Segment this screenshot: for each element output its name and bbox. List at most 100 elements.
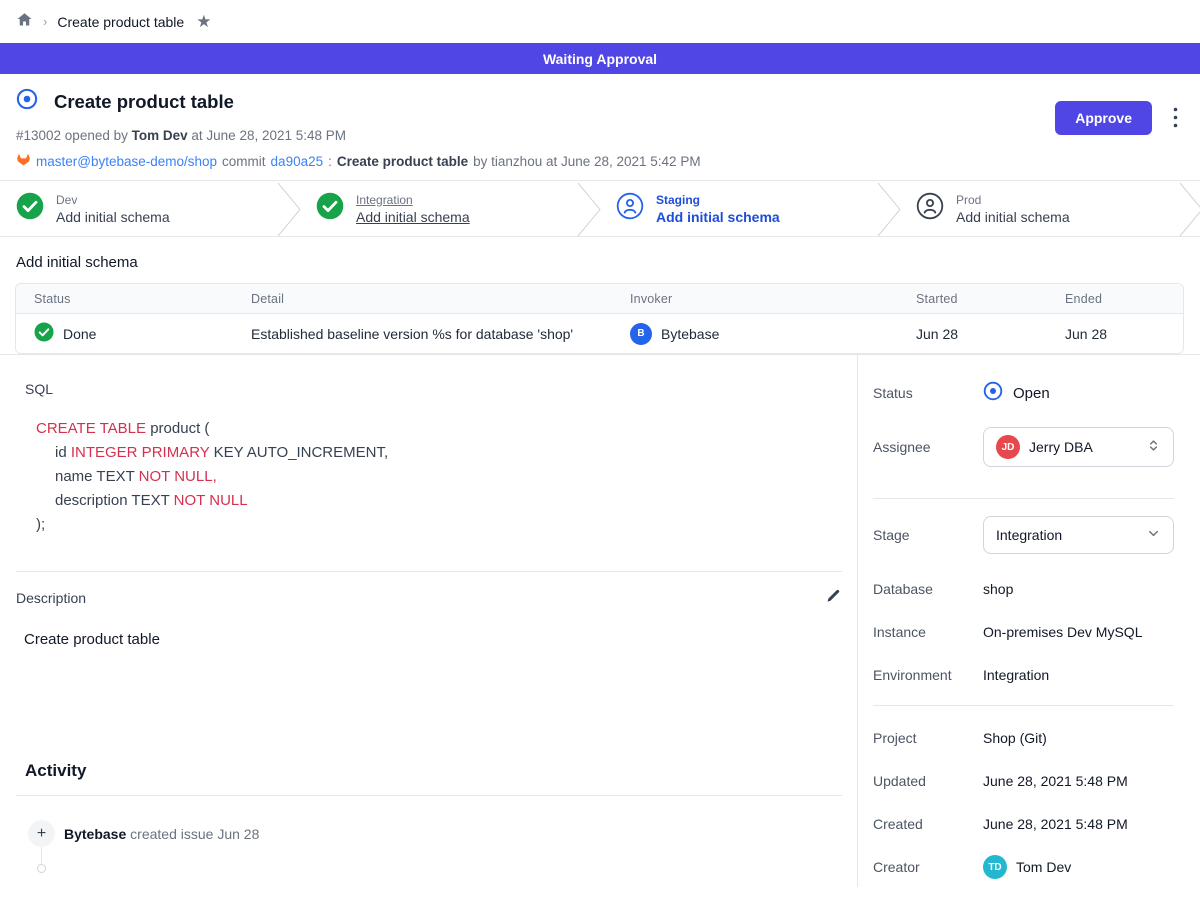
branch-repo-link[interactable]: master@bytebase-demo/shop — [36, 154, 217, 169]
check-circle-icon — [16, 192, 44, 225]
issue-author: Tom Dev — [132, 128, 188, 143]
project-label: Project — [873, 730, 983, 746]
task-table-header: Status Detail Invoker Started Ended — [16, 284, 1183, 314]
issue-meta: #13002 opened by Tom Dev at June 28, 202… — [16, 128, 1184, 143]
sql-text: ); — [36, 516, 45, 533]
divider — [873, 498, 1174, 499]
edit-pencil-icon[interactable] — [825, 587, 842, 609]
stage-prod[interactable]: Prod Add initial schema — [900, 181, 1200, 236]
environment-label: Environment — [873, 667, 983, 683]
divider — [873, 705, 1174, 706]
plus-icon: + — [28, 820, 55, 847]
sql-text: description TEXT — [55, 492, 174, 509]
bytebase-avatar: B — [630, 323, 652, 345]
breadcrumb: › Create product table ★ — [0, 0, 1200, 43]
waiting-approval-banner: Waiting Approval — [0, 43, 1200, 74]
instance-value: On-premises Dev MySQL — [983, 624, 1142, 640]
stage-value: Integration — [996, 527, 1062, 543]
sql-keyword: INTEGER PRIMARY — [71, 444, 210, 461]
person-circle-icon — [916, 192, 944, 225]
table-row: Done Established baseline version %s for… — [16, 314, 1183, 353]
task-section-heading: Add initial schema — [16, 254, 1184, 271]
task-table: Status Detail Invoker Started Ended Done… — [15, 283, 1184, 354]
sql-text: id — [55, 444, 71, 461]
stage-separator — [576, 182, 602, 237]
project-value: Shop (Git) — [983, 730, 1047, 746]
approve-button[interactable]: Approve — [1055, 101, 1152, 135]
divider — [16, 571, 842, 572]
environment-value: Integration — [983, 667, 1049, 683]
description-content: Create product table — [24, 631, 842, 648]
person-circle-icon — [616, 192, 644, 225]
commit-word: commit — [222, 154, 266, 169]
banner-label: Waiting Approval — [543, 51, 657, 67]
issue-time: at June 28, 2021 5:48 PM — [191, 128, 346, 143]
commit-line: master@bytebase-demo/shop commit da90a25… — [16, 152, 1184, 170]
stage-env-label: Prod — [956, 193, 1070, 207]
issue-title: Create product table — [54, 91, 234, 113]
creator-label: Creator — [873, 859, 983, 875]
up-down-chevron-icon — [1146, 438, 1161, 456]
stage-select[interactable]: Integration — [983, 516, 1174, 554]
content-split: SQL CREATE TABLE product ( id INTEGER PR… — [0, 354, 1200, 887]
breadcrumb-current[interactable]: Create product table — [57, 14, 184, 30]
database-value: shop — [983, 581, 1013, 597]
stage-task-label: Add initial schema — [956, 209, 1070, 225]
stage-separator — [1178, 182, 1200, 237]
activity-action: created issue Jun 28 — [130, 826, 259, 842]
status-open-icon — [983, 381, 1003, 405]
stage-integration[interactable]: Integration Add initial schema — [300, 181, 600, 236]
issue-open-icon — [16, 88, 38, 115]
col-detail: Detail — [233, 292, 612, 306]
status-label: Status — [873, 385, 983, 401]
issue-header: Create product table #13002 opened by To… — [0, 74, 1200, 180]
task-ended: Jun 28 — [1047, 326, 1183, 342]
stage-task-label: Add initial schema — [56, 209, 170, 225]
commit-hash-link[interactable]: da90a25 — [271, 154, 324, 169]
activity-heading: Activity — [25, 761, 842, 781]
main-column: SQL CREATE TABLE product ( id INTEGER PR… — [0, 355, 858, 887]
sql-text: product ( — [146, 420, 209, 437]
stage-separator — [876, 182, 902, 237]
stage-staging[interactable]: Staging Add initial schema — [600, 181, 900, 236]
stage-env-label: Dev — [56, 193, 170, 207]
updated-value: June 28, 2021 5:48 PM — [983, 773, 1128, 789]
stage-task-label: Add initial schema — [656, 209, 780, 225]
updated-label: Updated — [873, 773, 983, 789]
star-icon[interactable]: ★ — [196, 13, 211, 30]
assignee-avatar: JD — [996, 435, 1020, 459]
sql-keyword: CREATE TABLE — [36, 420, 146, 437]
sql-code: CREATE TABLE product ( id INTEGER PRIMAR… — [36, 417, 842, 537]
creator-avatar: TD — [983, 855, 1007, 879]
stage-env-label: Integration — [356, 193, 470, 207]
assignee-label: Assignee — [873, 439, 983, 455]
created-label: Created — [873, 816, 983, 832]
col-status: Status — [16, 292, 233, 306]
activity-actor: Bytebase — [64, 826, 126, 842]
stage-task-label: Add initial schema — [356, 209, 470, 225]
stage-env-label: Staging — [656, 193, 780, 207]
divider — [16, 795, 842, 796]
description-label: Description — [16, 590, 86, 606]
task-status: Done — [63, 326, 96, 342]
task-invoker: Bytebase — [661, 326, 719, 342]
col-started: Started — [898, 292, 1047, 306]
col-invoker: Invoker — [612, 292, 898, 306]
stage-dev[interactable]: Dev Add initial schema — [0, 181, 300, 236]
sql-keyword: NOT NULL — [174, 492, 248, 509]
home-icon[interactable] — [16, 11, 33, 33]
check-circle-icon — [316, 192, 344, 225]
assignee-select[interactable]: JD Jerry DBA — [983, 427, 1174, 467]
gitlab-icon — [16, 152, 31, 170]
assignee-value: Jerry DBA — [1029, 439, 1093, 455]
chevron-down-icon — [1146, 526, 1161, 544]
sql-label: SQL — [25, 381, 842, 397]
created-value: June 28, 2021 5:48 PM — [983, 816, 1128, 832]
issue-id: #13002 opened by — [16, 128, 128, 143]
commit-sep: : — [328, 154, 332, 169]
commit-suffix: by tianzhou at June 28, 2021 5:42 PM — [473, 154, 700, 169]
kebab-menu-icon[interactable] — [1173, 107, 1178, 133]
col-ended: Ended — [1047, 292, 1183, 306]
stage-separator — [276, 182, 302, 237]
commit-message: Create product table — [337, 154, 468, 169]
